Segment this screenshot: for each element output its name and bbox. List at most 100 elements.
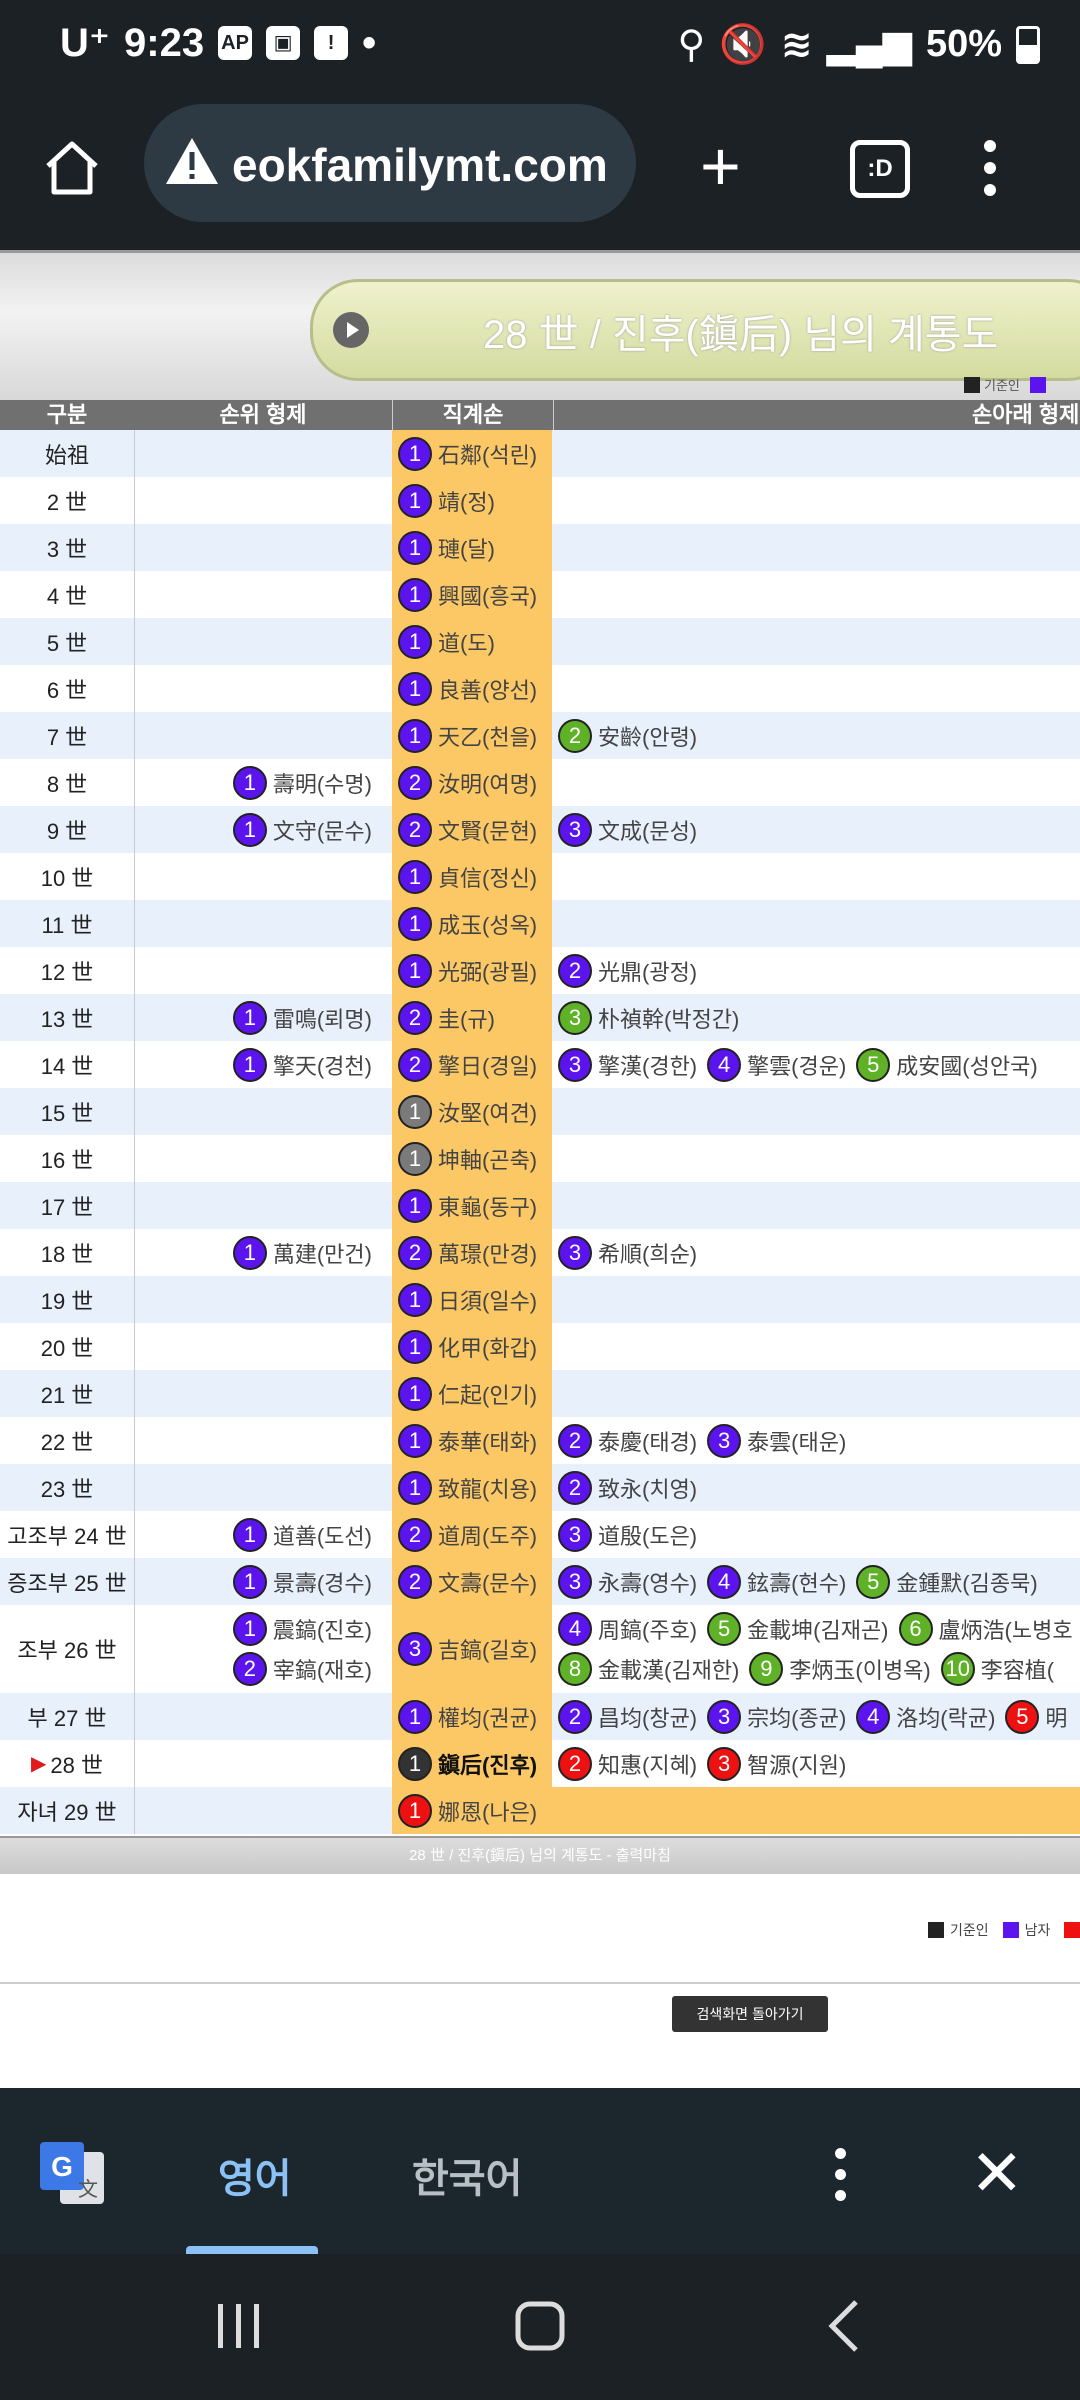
direct-cell: 1 貞信(정신) <box>392 853 552 900</box>
person-entry[interactable]: 1 東龜(동구) <box>398 1188 537 1223</box>
person-entry[interactable]: 1 光弼(광필) <box>398 953 537 988</box>
person-entry[interactable]: 1 化甲(화갑) <box>398 1329 537 1364</box>
person-entry[interactable]: 9 李炳玉(이병옥) <box>749 1652 931 1686</box>
person-entry[interactable]: 3 擎漢(경한) <box>558 1047 697 1082</box>
person-entry[interactable]: 2 昌均(창균) <box>558 1699 697 1734</box>
order-badge: 1 <box>398 671 432 706</box>
person-name: 致龍(치용) <box>438 1476 538 1502</box>
person-entry[interactable]: 3 吉鎬(길호) <box>398 1632 537 1666</box>
person-entry[interactable]: 1 壽明(수명) <box>232 765 372 800</box>
home-nav-icon[interactable] <box>514 2298 566 2354</box>
address-bar[interactable]: eokfamilymt.com <box>144 104 636 222</box>
person-entry[interactable]: 1 萬建(만건) <box>232 1235 372 1270</box>
person-entry[interactable]: 1 道善(도선) <box>232 1517 372 1552</box>
new-tab-icon[interactable]: + <box>700 126 741 206</box>
elder-cell <box>134 618 393 665</box>
person-entry[interactable]: 2 文壽(문수) <box>398 1564 537 1599</box>
person-entry[interactable]: 10 李容植( <box>940 1652 1054 1686</box>
generation-label: 증조부 25 世 <box>7 1570 127 1596</box>
person-entry[interactable]: 3 希順(희순) <box>558 1235 697 1270</box>
person-entry[interactable]: 2 萬璟(만경) <box>398 1235 537 1270</box>
language-tab-english[interactable]: 영어 <box>218 2146 292 2204</box>
person-entry[interactable]: 2 擎日(경일) <box>398 1047 537 1082</box>
younger-cell <box>552 1370 1080 1417</box>
play-icon <box>333 312 369 348</box>
person-entry[interactable]: 1 致龍(치용) <box>398 1470 538 1505</box>
person-entry[interactable]: 1 成玉(성옥) <box>398 906 537 941</box>
person-entry[interactable]: 1 璉(달) <box>398 530 495 565</box>
person-entry[interactable]: 1 汝堅(여견) <box>398 1094 537 1129</box>
person-entry[interactable]: 1 震鎬(진호) <box>232 1612 372 1646</box>
person-entry[interactable]: 3 宗均(종균) <box>707 1699 846 1734</box>
person-entry[interactable]: 5 金載坤(김재곤) <box>707 1612 889 1646</box>
browser-menu-icon[interactable] <box>980 136 1000 206</box>
warning-icon[interactable] <box>164 134 220 190</box>
person-entry[interactable]: 1 仁起(인기) <box>398 1376 537 1411</box>
person-entry[interactable]: 1 雷鳴(뢰명) <box>232 1000 372 1035</box>
back-to-search-button[interactable]: 검색화면 돌아가기 <box>672 1996 828 2032</box>
direct-cell: 2 汝明(여명) <box>392 759 552 806</box>
person-entry[interactable]: 1 貞信(정신) <box>398 859 537 894</box>
person-entry[interactable]: 2 宰鎬(재호) <box>232 1652 372 1686</box>
person-entry[interactable]: 1 鎭后(진후) <box>398 1746 537 1781</box>
tab-switcher-button[interactable]: :D <box>850 140 910 198</box>
back-nav-icon[interactable] <box>826 2298 862 2354</box>
person-entry[interactable]: 1 泰華(태화) <box>398 1423 537 1458</box>
close-icon[interactable]: ✕ <box>970 2136 1024 2211</box>
person-entry[interactable]: 2 致永(치영) <box>558 1470 697 1505</box>
table-row: 19 世 1 日須(일수) <box>0 1276 1080 1323</box>
person-entry[interactable]: 1 天乙(천을) <box>398 718 537 753</box>
person-entry[interactable]: 6 盧炳浩(노병호 <box>898 1612 1073 1646</box>
person-entry[interactable]: 2 安齡(안령) <box>558 718 697 753</box>
person-entry[interactable]: 3 文成(문성) <box>558 812 697 847</box>
direct-cell: 1 權均(권균) <box>392 1693 552 1740</box>
recents-icon[interactable] <box>214 2300 262 2352</box>
person-entry[interactable]: 5 成安國(성안국) <box>856 1047 1038 1082</box>
person-entry[interactable]: 1 擎天(경천) <box>232 1047 372 1082</box>
person-entry[interactable]: 2 文賢(문현) <box>398 812 537 847</box>
person-entry[interactable]: 3 永壽(영수) <box>558 1564 697 1599</box>
person-entry[interactable]: 1 道(도) <box>398 624 495 659</box>
person-entry[interactable]: 3 泰雲(태운) <box>707 1423 846 1458</box>
younger-cell <box>552 430 1080 477</box>
person-entry[interactable]: 3 智源(지원) <box>707 1746 846 1781</box>
person-entry[interactable]: 8 金載漢(김재한) <box>558 1652 739 1686</box>
person-entry[interactable]: 3 道殷(도은) <box>558 1517 697 1552</box>
person-entry[interactable]: 3 朴禎幹(박정간) <box>558 1000 740 1035</box>
person-entry[interactable]: 1 石鄰(석린) <box>398 436 537 471</box>
table-row: 조부 26 世 1 震鎬(진호) 2 宰鎬(재호) 3 吉鎬(길호) 4 周鎬(주호) 5 金載坤(… <box>0 1605 1080 1693</box>
order-badge: 3 <box>558 812 592 847</box>
person-name: 朴禎幹(박정간) <box>598 1006 740 1032</box>
person-entry[interactable]: 1 坤軸(곤축) <box>398 1141 537 1176</box>
person-entry[interactable]: 4 擎雲(경운) <box>707 1047 846 1082</box>
person-entry[interactable]: 2 汝明(여명) <box>398 765 537 800</box>
person-entry[interactable]: 2 泰慶(태경) <box>558 1423 697 1458</box>
language-tab-korean[interactable]: 한국어 <box>412 2146 522 2204</box>
generation-cell: 13 世 <box>0 994 135 1041</box>
person-entry[interactable]: 2 圭(규) <box>398 1000 495 1035</box>
person-entry[interactable]: 4 洛均(락균) <box>856 1699 995 1734</box>
person-entry[interactable]: 5明 <box>1005 1699 1067 1734</box>
order-badge: 5 <box>856 1047 891 1082</box>
person-entry[interactable]: 1 日須(일수) <box>398 1282 537 1317</box>
person-entry[interactable]: 1 興國(흥국) <box>398 577 537 612</box>
person-entry[interactable]: 4 周鎬(주호) <box>558 1612 697 1646</box>
table-row: 13 世 1 雷鳴(뢰명) 2 圭(규) 3 朴禎幹(박정간) <box>0 994 1080 1041</box>
person-entry[interactable]: 1 文守(문수) <box>232 812 372 847</box>
home-icon[interactable] <box>40 136 104 200</box>
person-entry[interactable]: 2 知惠(지혜) <box>558 1746 697 1781</box>
person-entry[interactable]: 2 光鼎(광정) <box>558 953 697 988</box>
table-row: 10 世 1 貞信(정신) <box>0 853 1080 900</box>
svg-text:文: 文 <box>78 2177 98 2201</box>
person-entry[interactable]: 1 權均(권균) <box>398 1699 537 1734</box>
person-entry[interactable]: 1 良善(양선) <box>398 671 537 706</box>
translate-menu-icon[interactable] <box>830 2148 850 2208</box>
elder-cell <box>134 477 393 524</box>
person-entry[interactable]: 1 靖(정) <box>398 483 495 518</box>
person-entry[interactable]: 1 娜恩(나은) <box>398 1793 537 1828</box>
person-entry[interactable]: 4 鉉壽(현수) <box>707 1564 846 1599</box>
person-entry[interactable]: 5 金鍾默(김종묵) <box>856 1564 1038 1599</box>
person-entry[interactable]: 2 道周(도주) <box>398 1517 537 1552</box>
person-entry[interactable]: 1 景壽(경수) <box>232 1564 372 1599</box>
url-text[interactable]: eokfamilymt.com <box>232 138 608 192</box>
